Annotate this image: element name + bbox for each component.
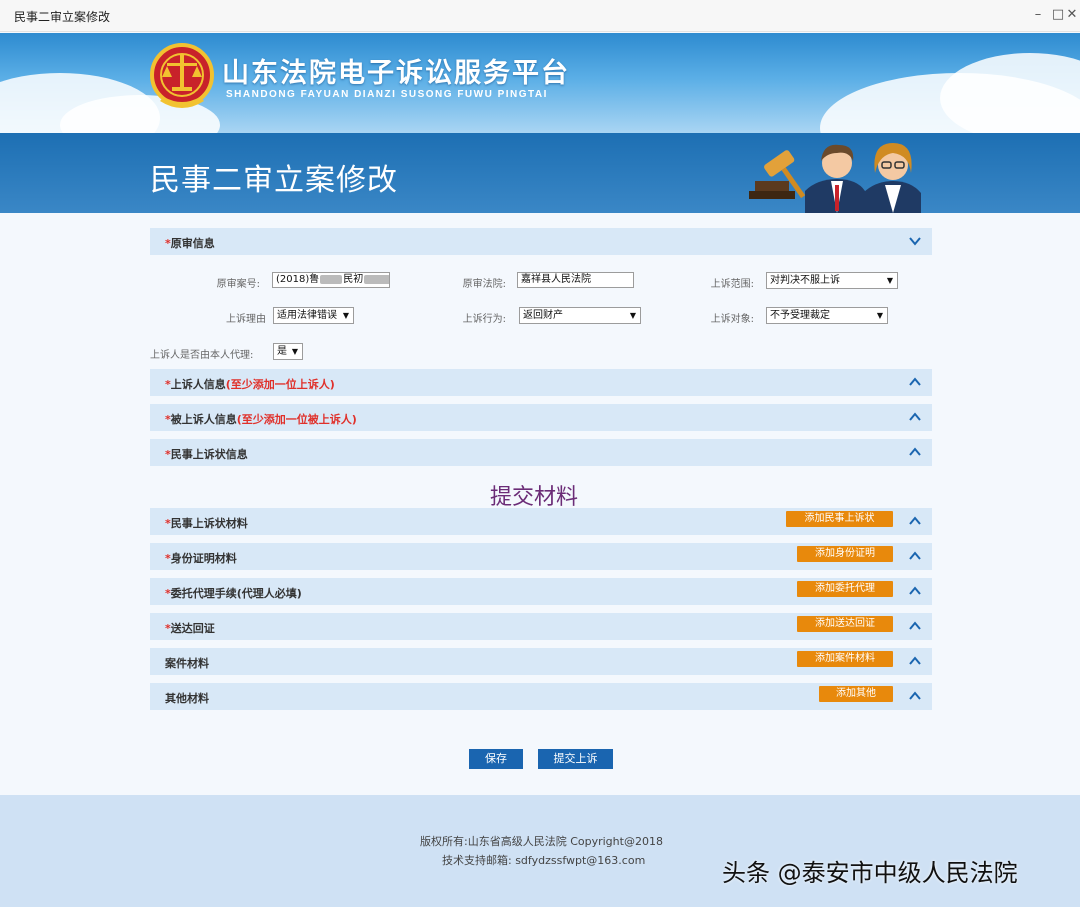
target-label: 上诉对象: xyxy=(710,314,754,325)
material-row[interactable]: 其他材料 添加其他 xyxy=(150,683,932,710)
section-original-trial-label: 原审信息 xyxy=(170,237,215,250)
self-agent-label: 上诉人是否由本人代理: xyxy=(150,350,254,361)
reason-label: 上诉理由 xyxy=(226,314,266,325)
material-row[interactable]: *委托代理手续(代理人必填) 添加委托代理 xyxy=(150,578,932,605)
material-label: 案件材料 xyxy=(165,657,209,670)
chevron-up-icon[interactable] xyxy=(908,619,922,633)
add-other-material-button[interactable]: 添加其他 xyxy=(819,686,893,702)
chevron-up-icon[interactable] xyxy=(908,375,922,389)
platform-logo-text: 山东法院电子诉讼服务平台 xyxy=(222,58,570,89)
target-select[interactable]: 不予受理裁定 ▼ xyxy=(766,307,888,324)
material-label: 身份证明材料 xyxy=(170,552,237,565)
redacted-block xyxy=(320,274,343,284)
page-heading-band: 民事二审立案修改 xyxy=(0,133,1080,213)
dropdown-arrow-icon: ▼ xyxy=(876,311,883,320)
court-input[interactable]: 嘉祥县人民法院 xyxy=(517,272,634,288)
dropdown-arrow-icon: ▼ xyxy=(886,276,893,285)
action-select[interactable]: 返回财产 ▼ xyxy=(519,307,641,324)
save-button[interactable]: 保存 xyxy=(469,749,523,769)
section-appellant-label: 上诉人信息 xyxy=(170,378,226,391)
material-row[interactable]: 案件材料 添加案件材料 xyxy=(150,648,932,675)
section-appeal-info[interactable]: *民事上诉状信息 xyxy=(150,439,932,466)
material-label: 送达回证 xyxy=(170,622,215,635)
dropdown-arrow-icon: ▼ xyxy=(291,347,298,356)
add-agent-authorization-button[interactable]: 添加委托代理 xyxy=(797,581,893,597)
dropdown-arrow-icon: ▼ xyxy=(629,311,636,320)
scope-label: 上诉范围: xyxy=(710,279,754,290)
footer-support-email: 技术支持邮箱: sdfydzssfwpt@163.com xyxy=(442,854,646,867)
section-appellee-label: 被上诉人信息 xyxy=(170,413,237,426)
reason-select[interactable]: 适用法律错误 ▼ xyxy=(273,307,354,324)
chevron-up-icon[interactable] xyxy=(908,549,922,563)
scope-select[interactable]: 对判决不服上诉 ▼ xyxy=(766,272,898,289)
section-original-trial[interactable]: *原审信息 xyxy=(150,228,932,255)
material-row[interactable]: *民事上诉状材料 添加民事上诉状 xyxy=(150,508,932,535)
watermark-text: 头条 @泰安市中级人民法院 xyxy=(722,859,1018,887)
case-no-label: 原审案号: xyxy=(216,279,260,290)
court-label: 原审法院: xyxy=(462,279,506,290)
submit-appeal-button[interactable]: 提交上诉 xyxy=(538,749,613,769)
chevron-down-icon[interactable] xyxy=(908,234,922,248)
footer-copyright: 版权所有:山东省高级人民法院 Copyright@2018 xyxy=(420,835,663,848)
court-emblem-icon xyxy=(150,43,214,108)
redacted-block xyxy=(364,274,389,284)
add-id-proof-button[interactable]: 添加身份证明 xyxy=(797,546,893,562)
material-label: 委托代理手续(代理人必填) xyxy=(170,587,302,600)
material-label: 民事上诉状材料 xyxy=(170,517,248,530)
section-appellant-hint: (至少添加一位上诉人) xyxy=(225,378,335,391)
judges-illustration xyxy=(749,143,921,213)
section-appellee-hint: (至少添加一位被上诉人) xyxy=(236,413,357,426)
section-appeal-info-label: 民事上诉状信息 xyxy=(170,448,248,461)
site-banner: 山东法院电子诉讼服务平台 SHANDONG FAYUAN DIANZI SUSO… xyxy=(0,33,1080,133)
chevron-up-icon[interactable] xyxy=(908,445,922,459)
chevron-up-icon[interactable] xyxy=(908,514,922,528)
add-appeal-petition-button[interactable]: 添加民事上诉状 xyxy=(786,511,893,527)
self-agent-select[interactable]: 是 ▼ xyxy=(273,343,303,360)
case-no-input[interactable]: (2018)鲁 民初 xyxy=(272,272,390,288)
materials-heading: 提交材料 xyxy=(490,485,579,510)
window-titlebar: 民事二审立案修改 – □ ✕ xyxy=(0,0,1080,32)
form-content: *原审信息 原审案号: (2018)鲁 民初 原审法院: 嘉祥县人民法院 上诉范围… xyxy=(0,213,1080,795)
window-title: 民事二审立案修改 xyxy=(14,10,111,24)
section-appellant[interactable]: *上诉人信息(至少添加一位上诉人) xyxy=(150,369,932,396)
close-icon[interactable]: ✕ xyxy=(1064,7,1080,23)
chevron-up-icon[interactable] xyxy=(908,410,922,424)
minimize-icon[interactable]: – xyxy=(1030,7,1046,23)
chevron-up-icon[interactable] xyxy=(908,654,922,668)
page-title: 民事二审立案修改 xyxy=(150,163,398,198)
chevron-up-icon[interactable] xyxy=(908,584,922,598)
chevron-up-icon[interactable] xyxy=(908,689,922,703)
material-row[interactable]: *送达回证 添加送达回证 xyxy=(150,613,932,640)
section-appellee[interactable]: *被上诉人信息(至少添加一位被上诉人) xyxy=(150,404,932,431)
platform-logo-subtitle: SHANDONG FAYUAN DIANZI SUSONG FUWU PINGT… xyxy=(226,89,548,100)
dropdown-arrow-icon: ▼ xyxy=(342,311,349,320)
material-row[interactable]: *身份证明材料 添加身份证明 xyxy=(150,543,932,570)
page-footer: 版权所有:山东省高级人民法院 Copyright@2018 技术支持邮箱: sd… xyxy=(0,795,1080,907)
action-label: 上诉行为: xyxy=(462,314,506,325)
material-label: 其他材料 xyxy=(165,692,209,705)
add-service-receipt-button[interactable]: 添加送达回证 xyxy=(797,616,893,632)
add-case-material-button[interactable]: 添加案件材料 xyxy=(797,651,893,667)
